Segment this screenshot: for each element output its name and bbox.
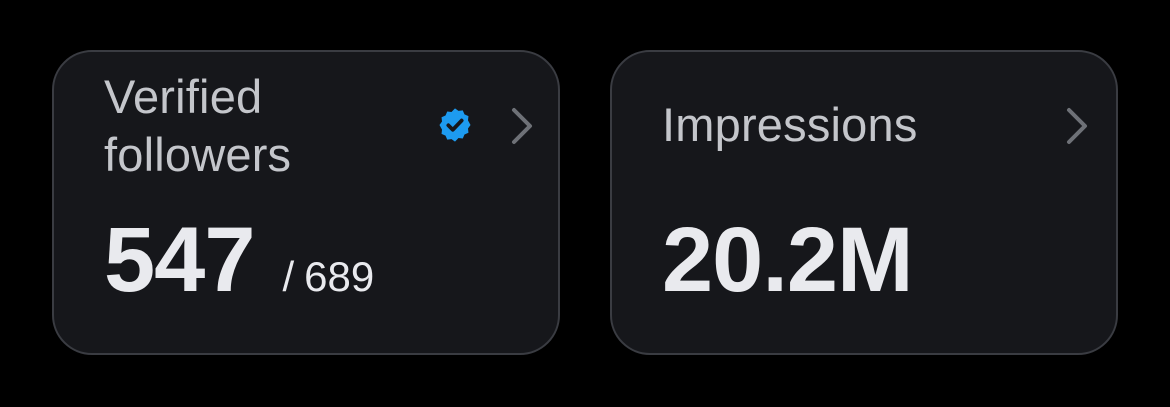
impressions-count: 20.2M bbox=[662, 209, 914, 311]
metric-row: 547 / 689 bbox=[104, 210, 374, 310]
total-followers-count: 689 bbox=[304, 253, 375, 300]
verified-followers-count: 547 bbox=[104, 209, 255, 311]
chevron-right-icon[interactable] bbox=[1064, 106, 1090, 146]
verified-followers-card[interactable]: Verified followers 547 / 689 bbox=[52, 50, 560, 355]
verified-badge-icon bbox=[439, 108, 471, 142]
impressions-card[interactable]: Impressions 20.2M bbox=[610, 50, 1118, 355]
card-title: Verified followers bbox=[104, 70, 292, 181]
chevron-right-icon[interactable] bbox=[509, 106, 535, 146]
card-title: Impressions bbox=[662, 98, 918, 151]
count-separator: / bbox=[282, 253, 295, 300]
metric-row: 20.2M bbox=[662, 209, 914, 311]
